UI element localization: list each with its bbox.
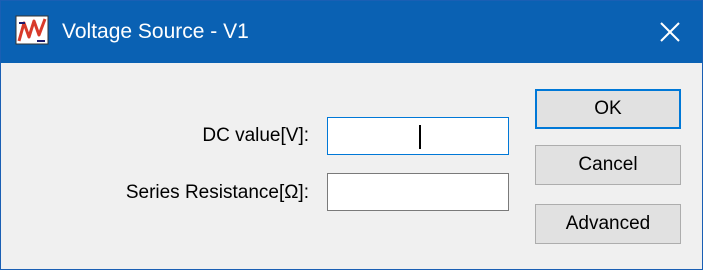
window-title: Voltage Source - V1 [62, 20, 249, 43]
voltage-source-dialog: Voltage Source - V1 DC value[V]: Series … [0, 0, 703, 270]
series-resistance-label: Series Resistance[Ω]: [125, 182, 309, 203]
ok-button[interactable]: OK [535, 89, 681, 129]
series-resistance-input[interactable] [327, 173, 509, 211]
close-button[interactable] [637, 1, 702, 63]
dialog-body: DC value[V]: Series Resistance[Ω]: OK Ca… [1, 63, 702, 269]
advanced-button[interactable]: Advanced [535, 204, 681, 244]
title-bar[interactable]: Voltage Source - V1 [1, 1, 702, 63]
close-icon [660, 22, 680, 42]
dc-value-input[interactable] [327, 117, 509, 155]
dc-value-label: DC value[V]: [202, 125, 309, 146]
text-caret [419, 125, 421, 149]
voltage-source-icon [15, 15, 49, 45]
cancel-button[interactable]: Cancel [535, 145, 681, 185]
